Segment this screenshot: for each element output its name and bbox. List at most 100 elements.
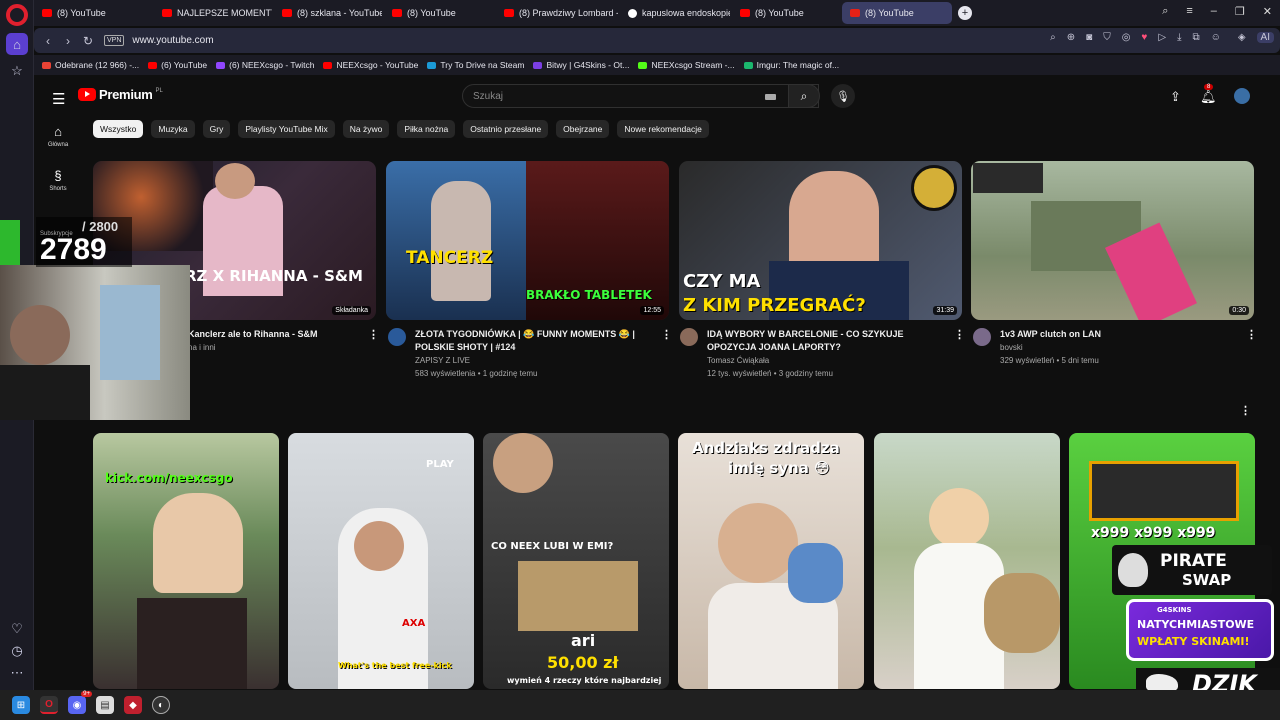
profile-icon[interactable]: ☺: [1211, 32, 1221, 43]
search-tabs-icon[interactable]: ⌕: [1162, 5, 1168, 18]
windows-start-icon[interactable]: ⊞: [12, 696, 30, 714]
imgur-icon: [743, 61, 753, 69]
ai-button[interactable]: AI: [1256, 32, 1274, 43]
bookmark[interactable]: Imgur: The magic of...: [743, 60, 839, 70]
upload-icon[interactable]: ⇪: [1170, 89, 1181, 105]
tab-bar: (8) YouTube NAJLEPSZE MOMENTY PC (8) szk…: [34, 0, 1280, 26]
video-title[interactable]: Kanclerz ale to Rihanna - S&M: [188, 328, 318, 340]
heart-icon[interactable]: ♡: [6, 618, 28, 640]
more-actions-icon[interactable]: ⋮: [368, 328, 379, 341]
chip[interactable]: Obejrzane: [556, 120, 610, 138]
shield-icon[interactable]: ⛉: [1103, 32, 1111, 43]
search-icon[interactable]: ⌕: [1050, 32, 1056, 43]
bookmark[interactable]: NEEXcsgo Stream -...: [638, 60, 735, 70]
menu-icon[interactable]: ☰: [52, 90, 65, 108]
youtube-logo[interactable]: Premium PL: [78, 87, 163, 102]
short-thumbnail[interactable]: PLAY AXA What's the best free-kick: [288, 433, 474, 689]
tracker-icon[interactable]: ◎: [1122, 32, 1131, 43]
channel-avatar[interactable]: [973, 328, 991, 346]
more-actions-icon[interactable]: ⋮: [954, 328, 965, 341]
close-icon[interactable]: ✕: [1263, 5, 1272, 18]
chip-all[interactable]: Wszystko: [93, 120, 144, 138]
obs-taskbar-icon[interactable]: ◐: [152, 696, 170, 714]
avatar[interactable]: [1234, 88, 1250, 104]
nav-shorts[interactable]: § Shorts: [34, 168, 82, 192]
video-thumbnail[interactable]: CZY MA Z KIM PRZEGRAĆ? 31:39: [679, 161, 962, 320]
video-title-line2[interactable]: OPOZYCJA JOANA LAPORTY?: [707, 341, 841, 353]
chip[interactable]: Playlisty YouTube Mix: [238, 120, 335, 138]
video-title[interactable]: IDĄ WYBORY W BARCELONIE - CO SZYKUJE: [707, 328, 904, 340]
bookmark[interactable]: (6) NEEXcsgo - Twitch: [216, 60, 314, 70]
bookmark[interactable]: Bitwy | G4Skins - Ot...: [533, 60, 629, 70]
wallet-icon[interactable]: ◈: [1238, 32, 1246, 43]
back-icon[interactable]: ‹: [38, 34, 58, 48]
video-thumbnail[interactable]: 0:30: [971, 161, 1254, 320]
tab[interactable]: (8) YouTube: [34, 2, 152, 24]
snap-icon[interactable]: ≡: [1186, 5, 1192, 18]
chip[interactable]: Gry: [202, 120, 231, 138]
channel-name[interactable]: Tomasz Ćwiąkała: [707, 354, 769, 367]
chip[interactable]: Ostatnio przesłane: [463, 120, 549, 138]
bookmark[interactable]: Odebrane (12 966) -...: [42, 60, 139, 70]
forward-icon[interactable]: ›: [58, 34, 78, 48]
youtube-favicon-icon: [504, 9, 514, 17]
bookmark[interactable]: Try To Drive na Steam: [427, 60, 524, 70]
star-icon[interactable]: ☆: [6, 60, 28, 82]
opera-taskbar-icon[interactable]: O: [40, 696, 58, 714]
search-button[interactable]: ⌕: [788, 84, 820, 108]
chip[interactable]: Piłka nożna: [397, 120, 456, 138]
bookmark[interactable]: (6) YouTube: [148, 60, 207, 70]
video-title-line2[interactable]: POLSKIE SHOTY | #124: [415, 341, 515, 353]
zoom-icon[interactable]: ⊕: [1067, 32, 1075, 43]
channel-name[interactable]: bovski: [1000, 341, 1023, 354]
tab[interactable]: (8) szklana - YouTube: [274, 2, 382, 24]
keyboard-icon[interactable]: [765, 94, 776, 100]
channel-name[interactable]: ZAPISY Z LIVE: [415, 354, 470, 367]
url-field[interactable]: www.youtube.com: [132, 35, 213, 46]
chip[interactable]: Nowe rekomendacje: [617, 120, 709, 138]
video-thumbnail[interactable]: TANCERZ BRAKŁO TABLETEK 12:55: [386, 161, 669, 320]
chip[interactable]: Na żywo: [342, 120, 390, 138]
vpn-badge[interactable]: VPN: [104, 35, 125, 46]
more-actions-icon[interactable]: ⋮: [1246, 328, 1257, 341]
more-actions-icon[interactable]: ⋮: [661, 328, 672, 341]
play-icon[interactable]: ▷: [1158, 32, 1166, 43]
voice-search-button[interactable]: 🎙: [831, 84, 855, 108]
nav-home[interactable]: ⌂ Główna: [34, 124, 82, 148]
video-title[interactable]: 1v3 AWP clutch on LAN: [1000, 328, 1101, 340]
heart-icon[interactable]: ♥: [1141, 32, 1147, 43]
new-tab-plus-icon[interactable]: +: [958, 6, 972, 20]
video-title[interactable]: ZŁOTA TYGODNIÓWKA | 😂 FUNNY MOMENTS 😂 |: [415, 328, 635, 340]
minimize-icon[interactable]: –: [1211, 5, 1217, 18]
tab[interactable]: (8) Prawdziwy Lombard - Y: [496, 2, 618, 24]
home-icon[interactable]: ⌂: [6, 33, 28, 55]
channel-name[interactable]: na i inni: [188, 341, 216, 354]
reload-icon[interactable]: ↻: [78, 34, 98, 48]
tab-active[interactable]: (8) YouTube: [842, 2, 952, 24]
home-icon: ⌂: [54, 124, 62, 139]
discord-taskbar-icon[interactable]: ◉ 9+: [68, 691, 92, 714]
opera-logo-icon[interactable]: [6, 4, 28, 26]
tab[interactable]: (8) YouTube: [384, 2, 494, 24]
chip[interactable]: Muzyka: [151, 120, 195, 138]
bell-icon[interactable]: 🔔︎: [1200, 89, 1217, 105]
tab[interactable]: NAJLEPSZE MOMENTY PC: [154, 2, 272, 24]
maximize-icon[interactable]: ❐: [1235, 5, 1245, 18]
history-icon[interactable]: ◷: [6, 640, 28, 662]
more-icon[interactable]: ⋯: [6, 662, 28, 684]
short-thumbnail[interactable]: Andziaks zdradza imię syna 😳: [678, 433, 864, 689]
short-thumbnail[interactable]: CO NEEX LUBI W EMI? ari 50,00 zł wymień …: [483, 433, 669, 689]
short-thumbnail[interactable]: kick.com/neexcsgo: [93, 433, 279, 689]
download-icon[interactable]: ⤓: [1177, 32, 1181, 43]
shorts-more-icon[interactable]: ⋮: [1240, 404, 1251, 417]
extensions-icon[interactable]: ⧉: [1192, 32, 1199, 43]
channel-avatar[interactable]: [388, 328, 406, 346]
app-taskbar-icon[interactable]: ◆: [124, 696, 142, 714]
tab[interactable]: (8) YouTube: [732, 2, 840, 24]
notepad-taskbar-icon[interactable]: ▤: [96, 696, 114, 714]
camera-icon[interactable]: ◙: [1086, 32, 1092, 43]
tab[interactable]: kapuslowa endoskopie - G: [620, 2, 730, 24]
channel-avatar[interactable]: [680, 328, 698, 346]
short-thumbnail[interactable]: [874, 433, 1060, 689]
bookmark[interactable]: NEEXcsgo - YouTube: [323, 60, 418, 70]
